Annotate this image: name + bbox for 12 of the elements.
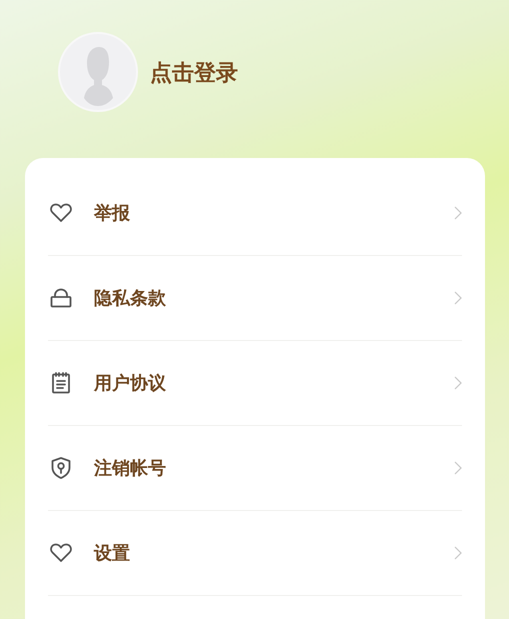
chevron-right-icon	[454, 546, 462, 560]
chevron-right-icon	[454, 461, 462, 475]
menu-item[interactable]: 设置	[48, 511, 462, 596]
menu-item[interactable]: 举报	[48, 171, 462, 256]
chevron-right-icon	[454, 376, 462, 390]
avatar[interactable]	[58, 32, 138, 112]
menu-item[interactable]: 注销帐号	[48, 426, 462, 511]
login-link[interactable]: 点击登录	[150, 58, 238, 88]
chevron-right-icon	[454, 291, 462, 305]
menu-item[interactable]: 隐私条款	[48, 256, 462, 341]
chevron-right-icon	[454, 206, 462, 220]
menu-item[interactable]: 用户协议	[48, 341, 462, 426]
